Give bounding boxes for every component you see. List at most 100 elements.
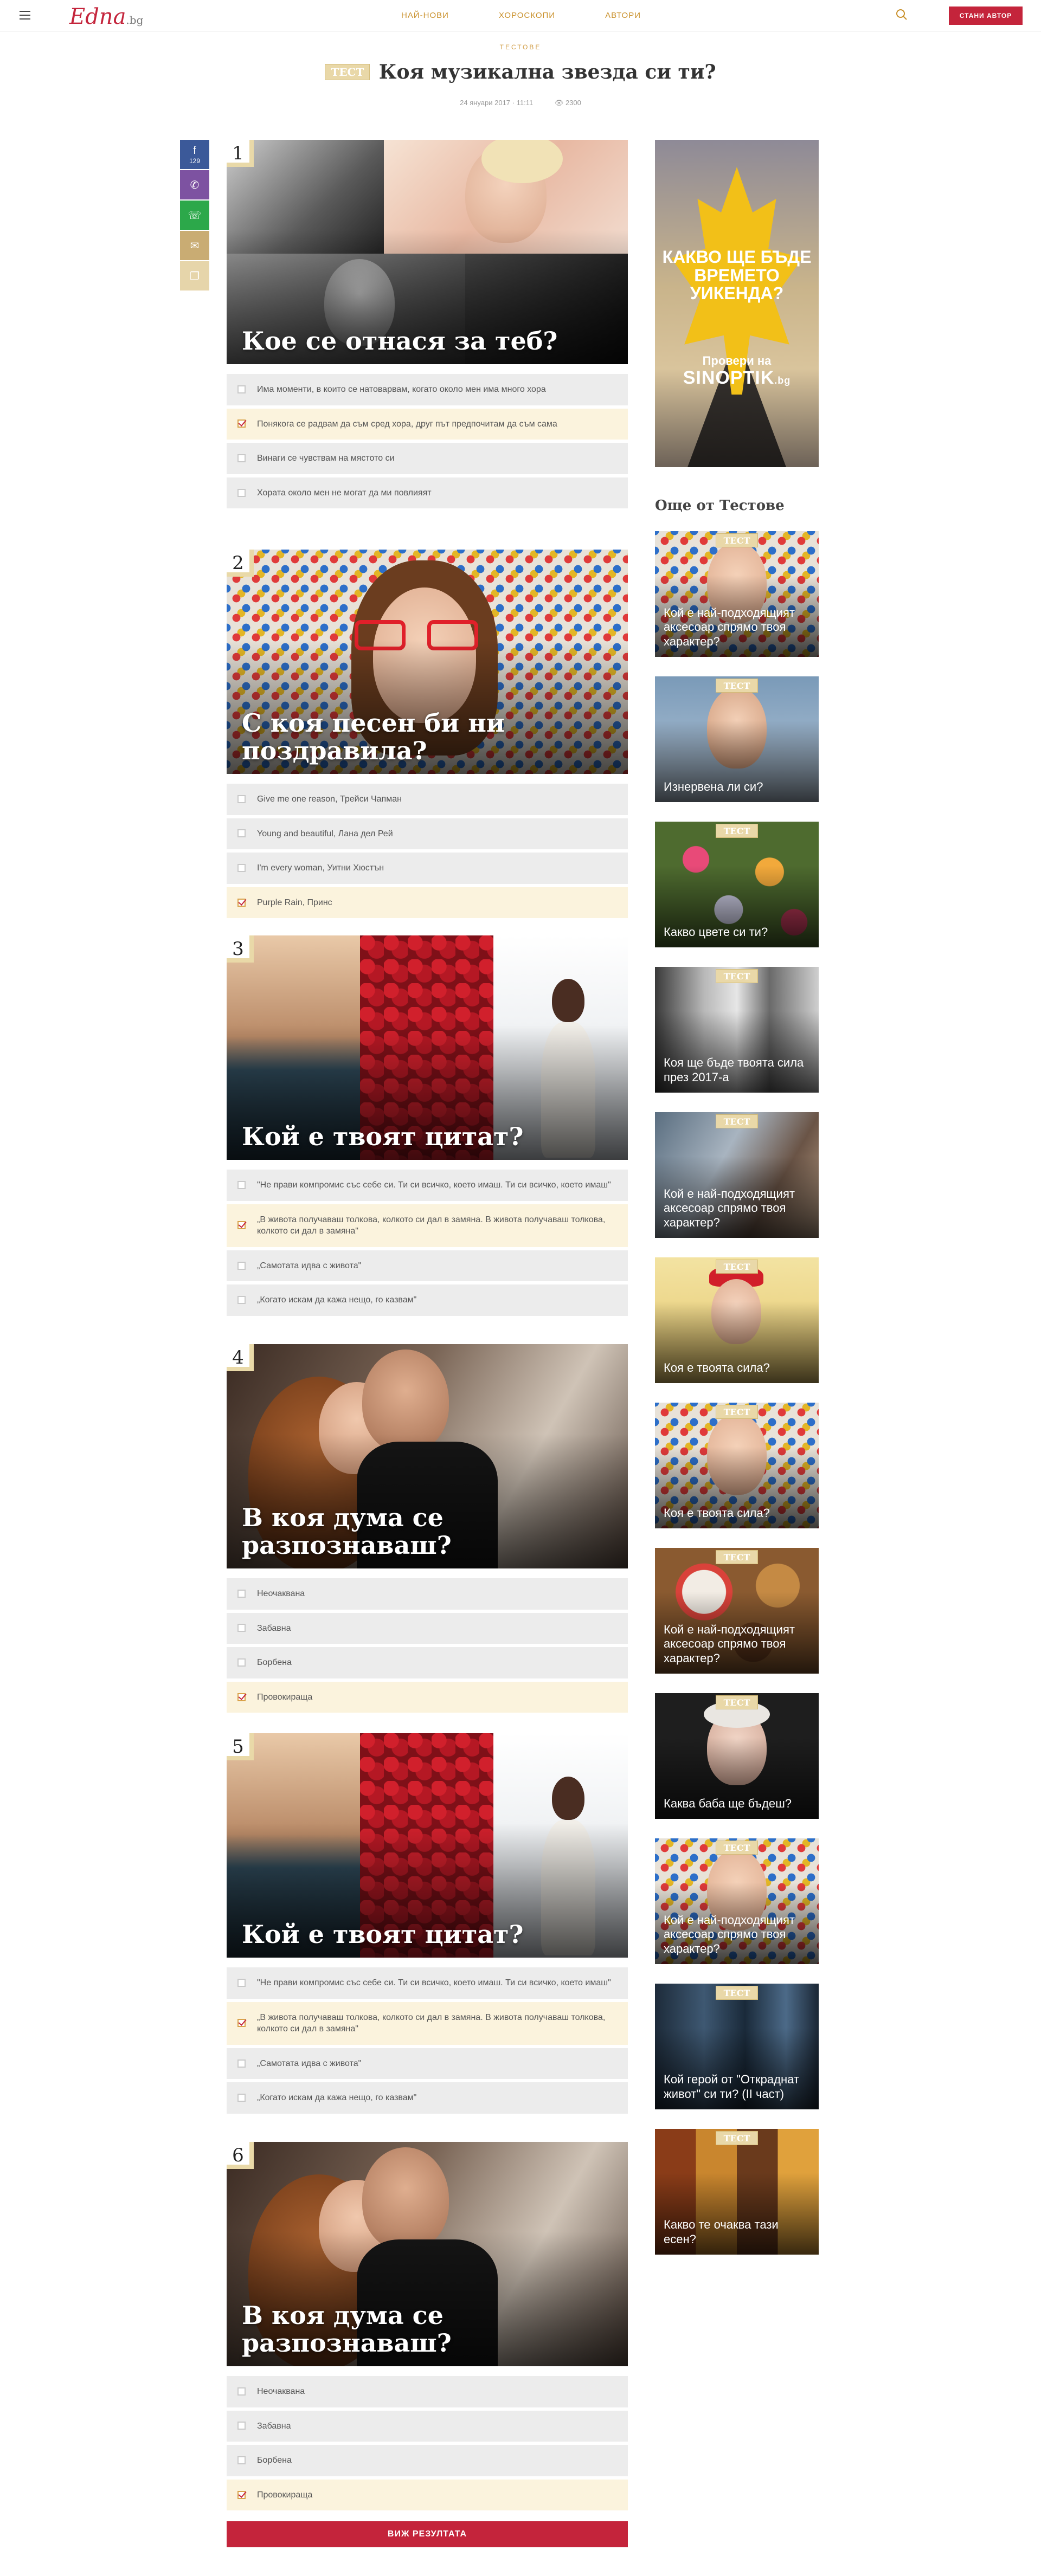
page-title: Коя музикална звезда си ти?: [378, 61, 716, 83]
site-logo[interactable]: Edna.bg: [69, 4, 143, 29]
answer-text: Борбена: [257, 2456, 292, 2465]
answer-option[interactable]: Има моменти, в които се натоварвам, кога…: [227, 374, 628, 405]
checkbox[interactable]: [237, 898, 246, 907]
related-test-card[interactable]: ТЕСТ Коя е твоята сила?: [655, 1403, 819, 1528]
card-title: Какво цвете си ти?: [664, 925, 768, 939]
checkbox[interactable]: [237, 1261, 246, 1270]
card-title: Коя е твоята сила?: [664, 1361, 770, 1375]
copy-icon: ❐: [190, 270, 200, 282]
menu-icon[interactable]: [20, 11, 30, 20]
answer-option[interactable]: Хората около мен не могат да ми повлияят: [227, 477, 628, 509]
checkbox[interactable]: [237, 2094, 246, 2102]
ad-brand: SINOPTIK.bg: [655, 367, 819, 389]
answer-option[interactable]: „Когато искам да кажа нещо, го казвам": [227, 2082, 628, 2114]
ad-subline: Провери на: [702, 354, 772, 367]
sinoptik-ad-banner[interactable]: КАКВО ЩЕ БЪДЕ ВРЕМЕТО УИКЕНДА? Провери н…: [655, 140, 819, 467]
answer-option[interactable]: I'm every woman, Уитни Хюстън: [227, 853, 628, 884]
checkbox[interactable]: [237, 2422, 246, 2430]
checkbox[interactable]: [237, 2456, 246, 2464]
answer-option[interactable]: „В живота получаваш толкова, колкото си …: [227, 1204, 628, 1247]
checkbox[interactable]: [237, 2387, 246, 2396]
related-test-card[interactable]: ТЕСТ Кой е най-подходящият аксесоар спря…: [655, 1112, 819, 1238]
related-test-card[interactable]: ТЕСТ Коя ще бъде твоята сила през 2017-а: [655, 967, 819, 1093]
checkbox[interactable]: [237, 419, 246, 428]
answer-text: Purple Rain, Принс: [257, 898, 332, 907]
related-test-card[interactable]: ТЕСТ Каква баба ще бъдеш?: [655, 1693, 819, 1819]
answer-text: „Когато искам да кажа нещо, го казвам": [257, 2093, 417, 2103]
question-image: 6 В коя дума се разпознаваш?: [227, 2142, 628, 2366]
answer-option[interactable]: Забавна: [227, 2410, 628, 2442]
answer-option[interactable]: Неочаквана: [227, 1578, 628, 1610]
answer-option[interactable]: Young and beautiful, Лана дел Рей: [227, 818, 628, 850]
answer-option[interactable]: Понякога се радвам да съм сред хора, дру…: [227, 408, 628, 440]
checkbox[interactable]: [237, 1624, 246, 1632]
test-badge: ТЕСТ: [716, 2131, 758, 2145]
checkbox[interactable]: [237, 795, 246, 803]
related-test-card[interactable]: ТЕСТ Какво те очаква тази есен?: [655, 2129, 819, 2255]
answer-option[interactable]: „В живота получаваш толкова, колкото си …: [227, 2002, 628, 2045]
quiz-question-4: 4 В коя дума се разпознаваш? Неочаквана …: [227, 1344, 628, 1716]
related-test-card[interactable]: ТЕСТ Кой герой от "Откраднат живот" си т…: [655, 1984, 819, 2109]
checkbox[interactable]: [237, 1693, 246, 1701]
answer-option[interactable]: Give me one reason, Трейси Чапман: [227, 784, 628, 815]
checkbox[interactable]: [237, 385, 246, 393]
search-icon[interactable]: [896, 9, 908, 21]
answer-option[interactable]: Неочаквана: [227, 2376, 628, 2407]
quiz-question-2: 2 С коя песен би ни поздравила? Give me …: [227, 550, 628, 921]
answer-option[interactable]: „Когато искам да кажа нещо, го казвам": [227, 1284, 628, 1316]
answer-text: Give me one reason, Трейси Чапман: [257, 795, 402, 804]
see-result-button[interactable]: ВИЖ РЕЗУЛТАТА: [227, 2521, 628, 2547]
test-badge: ТЕСТ: [716, 1695, 758, 1709]
answer-option[interactable]: "Не прави компромис със себе си. Ти си в…: [227, 1967, 628, 1999]
checkbox[interactable]: [237, 488, 246, 497]
checkbox[interactable]: [237, 829, 246, 838]
section-label[interactable]: ТЕСТОВЕ: [0, 43, 1041, 51]
nav-item-authors[interactable]: АВТОРИ: [605, 11, 641, 20]
answer-option[interactable]: Провокираща: [227, 2479, 628, 2511]
checkbox[interactable]: [237, 2490, 246, 2499]
answer-option[interactable]: Винаги се чувствам на мястото си: [227, 443, 628, 474]
card-title: Коя е твоята сила?: [664, 1506, 770, 1520]
answer-text: Забавна: [257, 2421, 291, 2431]
answer-option[interactable]: "Не прави компромис със себе си. Ти си в…: [227, 1170, 628, 1201]
answer-option[interactable]: „Самотата идва с живота": [227, 2048, 628, 2080]
card-title: Кой е най-подходящият аксесоар спрямо тв…: [664, 605, 795, 649]
checkbox[interactable]: [237, 2019, 246, 2028]
answer-option[interactable]: Борбена: [227, 1647, 628, 1678]
answer-option[interactable]: Борбена: [227, 2445, 628, 2476]
checkbox[interactable]: [237, 454, 246, 462]
test-badge: ТЕСТ: [716, 533, 758, 547]
copy-link-button[interactable]: ❐: [180, 261, 209, 290]
answer-option[interactable]: Забавна: [227, 1612, 628, 1644]
share-bar: f 129 ✆ ☏ ✉ ❐: [180, 140, 209, 292]
answer-text: „В живота получаваш толкова, колкото си …: [257, 2012, 606, 2034]
answer-option[interactable]: „Самотата идва с живота": [227, 1250, 628, 1282]
email-share-button[interactable]: ✉: [180, 231, 209, 260]
nav-item-newest[interactable]: НАЙ-НОВИ: [401, 11, 449, 20]
viber-share-button[interactable]: ✆: [180, 170, 209, 199]
nav-item-horoscopes[interactable]: ХОРОСКОПИ: [499, 11, 555, 20]
checkbox[interactable]: [237, 1658, 246, 1667]
related-test-card[interactable]: ТЕСТ Изнервена ли си?: [655, 676, 819, 802]
whatsapp-share-button[interactable]: ☏: [180, 201, 209, 230]
checkbox[interactable]: [237, 1180, 246, 1189]
facebook-share-button[interactable]: f 129: [180, 140, 209, 169]
related-test-card[interactable]: ТЕСТ Кой е най-подходящият аксесоар спря…: [655, 1548, 819, 1674]
answer-list: Има моменти, в които се натоварвам, кога…: [227, 374, 628, 509]
related-test-card[interactable]: ТЕСТ Кой е най-подходящият аксесоар спря…: [655, 531, 819, 657]
checkbox[interactable]: [237, 1296, 246, 1305]
related-test-card[interactable]: ТЕСТ Коя е твоята сила?: [655, 1257, 819, 1383]
related-test-card[interactable]: ТЕСТ Кой е най-подходящият аксесоар спря…: [655, 1838, 819, 1964]
checkbox[interactable]: [237, 1978, 246, 1987]
whatsapp-icon: ☏: [188, 209, 202, 222]
question-number: 4: [227, 1344, 254, 1371]
become-author-button[interactable]: СТАНИ АВТОР: [949, 7, 1023, 25]
article-meta: 24 януари 2017 · 11:11 👁 2300: [0, 99, 1041, 107]
checkbox[interactable]: [237, 2059, 246, 2068]
checkbox[interactable]: [237, 863, 246, 872]
checkbox[interactable]: [237, 1221, 246, 1230]
answer-option[interactable]: Purple Rain, Принс: [227, 887, 628, 919]
related-test-card[interactable]: ТЕСТ Какво цвете си ти?: [655, 822, 819, 947]
answer-option[interactable]: Провокираща: [227, 1681, 628, 1713]
checkbox[interactable]: [237, 1589, 246, 1598]
